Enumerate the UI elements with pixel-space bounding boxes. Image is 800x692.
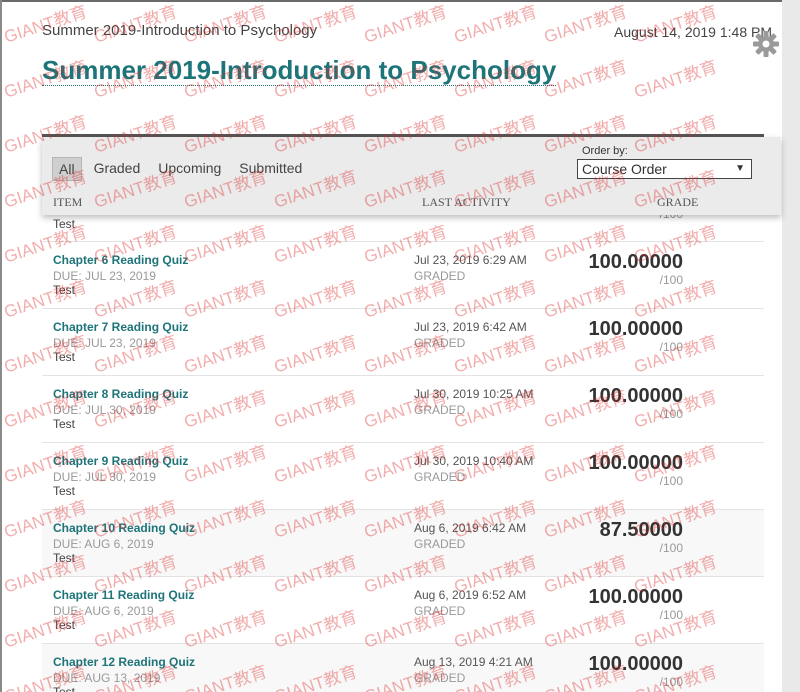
item-due-date: DUE: JUL 30, 2019 (53, 403, 156, 417)
item-title-link[interactable]: Chapter 6 Reading Quiz (53, 253, 188, 267)
item-status: GRADED (414, 537, 466, 551)
item-status: GRADED (414, 604, 466, 618)
item-type: Test (53, 551, 76, 565)
grade-value: 100.00000 (588, 653, 683, 675)
column-header-item[interactable]: ITEM (53, 195, 82, 210)
grade-max: /100 (659, 273, 683, 287)
watermark-text: GIANT教育 (631, 57, 720, 102)
breadcrumb[interactable]: Summer 2019-Introduction to Psychology (42, 22, 317, 39)
item-title-link[interactable]: Chapter 7 Reading Quiz (53, 320, 188, 334)
last-activity: Jul 23, 2019 6:42 AM (414, 320, 527, 334)
window-left-border (0, 0, 2, 692)
filter-bar: All Graded Upcoming Submitted Order by: … (42, 137, 781, 215)
grade-value: 100.00000 (588, 251, 683, 273)
table-row[interactable]: Chapter 10 Reading Quiz DUE: AUG 6, 2019… (42, 510, 764, 577)
item-status: GRADED (414, 336, 466, 350)
item-status: GRADED (414, 470, 466, 484)
grade-max: /100 (659, 407, 683, 421)
last-activity: Aug 6, 2019 6:42 AM (414, 521, 527, 535)
item-type: Test (53, 685, 76, 692)
table-row[interactable]: Chapter 11 Reading Quiz DUE: AUG 6, 2019… (42, 577, 764, 644)
item-title-link[interactable]: Chapter 10 Reading Quiz (53, 521, 195, 535)
page-title[interactable]: Summer 2019-Introduction to Psychology (42, 55, 557, 86)
table-row[interactable]: Chapter 9 Reading Quiz DUE: JUL 30, 2019… (42, 443, 764, 510)
item-status: GRADED (414, 403, 466, 417)
last-activity: Aug 6, 2019 6:52 AM (414, 588, 527, 602)
item-status: GRADED (414, 671, 466, 685)
order-by-label: Order by: (582, 145, 628, 157)
item-title-link[interactable]: Chapter 9 Reading Quiz (53, 454, 188, 468)
last-activity: Jul 30, 2019 10:40 AM (414, 454, 534, 468)
window-top-border (0, 0, 800, 2)
item-due-date: DUE: JUL 23, 2019 (53, 336, 156, 350)
gear-icon[interactable] (752, 30, 780, 58)
column-header-grade[interactable]: GRADE (657, 195, 698, 210)
table-row[interactable]: Chapter 7 Reading Quiz DUE: JUL 23, 2019… (42, 309, 764, 376)
watermark-text: GIANT教育 (451, 2, 540, 47)
tab-all[interactable]: All (52, 157, 82, 181)
item-due-date: DUE: AUG 13, 2019 (53, 671, 161, 685)
item-title-link[interactable]: Chapter 11 Reading Quiz (53, 588, 194, 602)
grade-max: /100 (659, 608, 683, 622)
item-title-link[interactable]: Chapter 12 Reading Quiz (53, 655, 195, 669)
grade-max: /100 (659, 541, 683, 555)
filter-tabs: All Graded Upcoming Submitted (52, 157, 308, 181)
tab-graded[interactable]: Graded (88, 157, 147, 181)
item-type: Test (53, 417, 76, 431)
grade-value: 100.00000 (588, 385, 683, 407)
tab-submitted[interactable]: Submitted (233, 157, 308, 181)
table-row[interactable]: Chapter 8 Reading Quiz DUE: JUL 30, 2019… (42, 376, 764, 443)
item-type: Test (53, 618, 76, 632)
grade-value: 100.00000 (588, 452, 683, 474)
grade-max: /100 (659, 340, 683, 354)
triangle-down-icon: ▼ (735, 163, 745, 174)
item-type: Test (53, 283, 76, 297)
table-row[interactable]: Chapter 6 Reading Quiz DUE: JUL 23, 2019… (42, 242, 764, 309)
table-row-partial[interactable]: Test /100 (42, 207, 764, 242)
grade-value: 100.00000 (588, 318, 683, 340)
item-type: Test (53, 217, 76, 231)
item-due-date: DUE: AUG 6, 2019 (53, 537, 154, 551)
current-datetime: August 14, 2019 1:48 PM (614, 24, 772, 40)
grade-value: 100.00000 (588, 586, 683, 608)
last-activity: Jul 23, 2019 6:29 AM (414, 253, 527, 267)
item-due-date: DUE: JUL 23, 2019 (53, 269, 156, 283)
grade-max: /100 (659, 675, 683, 689)
last-activity: Aug 13, 2019 4:21 AM (414, 655, 533, 669)
item-type: Test (53, 484, 76, 498)
item-due-date: DUE: AUG 6, 2019 (53, 604, 154, 618)
column-header-activity[interactable]: LAST ACTIVITY (422, 195, 511, 210)
item-status: GRADED (414, 269, 466, 283)
item-type: Test (53, 350, 76, 364)
item-title-link[interactable]: Chapter 8 Reading Quiz (53, 387, 188, 401)
order-by-select[interactable]: Course Order ▼ (577, 159, 752, 179)
table-row[interactable]: Chapter 12 Reading Quiz DUE: AUG 13, 201… (42, 644, 764, 692)
order-by-value: Course Order (582, 161, 667, 177)
tab-upcoming[interactable]: Upcoming (152, 157, 227, 181)
item-due-date: DUE: JUL 30, 2019 (53, 470, 156, 484)
watermark-text: GIANT教育 (361, 2, 450, 47)
scrollbar-track[interactable] (782, 0, 800, 692)
grade-value: 87.50000 (599, 519, 683, 541)
last-activity: Jul 30, 2019 10:25 AM (414, 387, 534, 401)
grade-max: /100 (659, 474, 683, 488)
